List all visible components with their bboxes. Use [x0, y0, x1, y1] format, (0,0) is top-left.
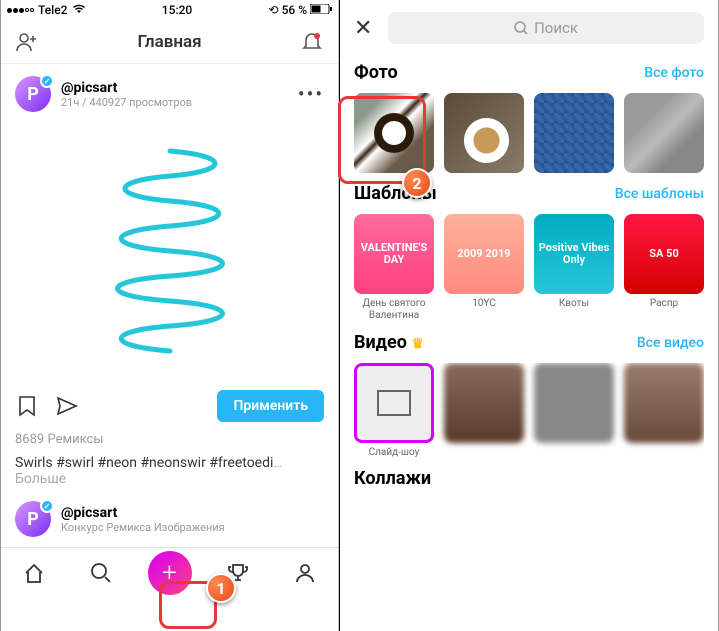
- photo-thumb[interactable]: [354, 93, 434, 173]
- add-user-icon[interactable]: [15, 30, 39, 54]
- bottom-nav: +: [1, 547, 338, 597]
- template-card[interactable]: 2009 201910YC: [444, 214, 524, 322]
- app-header: Главная: [1, 20, 338, 64]
- crown-icon: ♛: [411, 336, 424, 352]
- templates-section: Шаблоны Все шаблоны VALENTINE'S DAYДень …: [340, 177, 718, 326]
- verified-icon: ✓: [40, 499, 54, 513]
- callout-badge: 2: [402, 168, 432, 198]
- search-icon[interactable]: [81, 553, 121, 593]
- create-button[interactable]: +: [148, 551, 192, 595]
- post-image[interactable]: [1, 126, 338, 376]
- close-icon[interactable]: ✕: [354, 16, 378, 41]
- page-title: Главная: [137, 32, 201, 52]
- wifi-icon: [72, 3, 86, 17]
- callout-badge: 1: [206, 573, 236, 603]
- section-title: Видео ♛: [354, 332, 424, 353]
- avatar[interactable]: P✓: [15, 501, 51, 537]
- collages-section: Коллажи: [340, 462, 718, 503]
- main-screen: Tele2 15:20 ⟲ 56 % Главная P✓ @picsart: [0, 0, 339, 631]
- remix-count[interactable]: 8689 Ремиксы: [1, 428, 338, 451]
- all-videos-link[interactable]: Все видео: [637, 335, 704, 351]
- search-input[interactable]: Поиск: [388, 12, 704, 44]
- video-card[interactable]: [444, 363, 524, 458]
- battery-label: 56 %: [282, 3, 307, 17]
- template-card[interactable]: SA 50Распр: [624, 214, 704, 322]
- feed-post: P✓ @picsart Конкурс Ремикса Изображения: [1, 491, 338, 547]
- username[interactable]: @picsart: [61, 505, 324, 521]
- verified-icon: ✓: [40, 74, 54, 88]
- post-subtitle: 21ч / 440927 просмотров: [61, 96, 288, 109]
- all-photos-link[interactable]: Все фото: [644, 65, 704, 81]
- bookmark-icon[interactable]: [15, 394, 39, 418]
- photo-thumb[interactable]: [624, 93, 704, 173]
- search-icon: [514, 21, 528, 35]
- photo-thumb[interactable]: [444, 93, 524, 173]
- video-card[interactable]: [534, 363, 614, 458]
- create-picker-screen: ✕ Поиск Фото Все фото Шаблоны Все шаблон…: [340, 0, 719, 631]
- apply-button[interactable]: Применить: [217, 390, 324, 422]
- time-label: 15:20: [162, 3, 192, 17]
- template-card[interactable]: Positive Vibes OnlyКвоты: [534, 214, 614, 322]
- template-card[interactable]: VALENTINE'S DAYДень святого Валентина: [354, 214, 434, 322]
- share-icon[interactable]: [55, 394, 79, 418]
- signal-icon: [7, 8, 34, 13]
- battery-icon: [310, 3, 332, 17]
- section-title: Коллажи: [354, 468, 431, 489]
- profile-icon[interactable]: [285, 553, 325, 593]
- notifications-icon[interactable]: [300, 30, 324, 54]
- post-caption: Swirls #swirl #neon #neonswir #freetoedi…: [1, 451, 338, 491]
- videos-section: Видео ♛ Все видео Слайд-шоу: [340, 326, 718, 462]
- photo-thumb[interactable]: [534, 93, 614, 173]
- status-bar: Tele2 15:20 ⟲ 56 %: [1, 0, 338, 20]
- more-icon[interactable]: •••: [298, 82, 324, 106]
- home-icon[interactable]: [14, 553, 54, 593]
- avatar[interactable]: P✓: [15, 76, 51, 112]
- video-card[interactable]: [624, 363, 704, 458]
- username[interactable]: @picsart: [61, 80, 288, 96]
- feed-post: P✓ @picsart 21ч / 440927 просмотров •••: [1, 64, 338, 118]
- orientation-lock-icon: ⟲: [269, 3, 279, 17]
- video-card[interactable]: Слайд-шоу: [354, 363, 434, 458]
- photos-section: Фото Все фото: [340, 56, 718, 177]
- section-title: Фото: [354, 62, 398, 83]
- all-templates-link[interactable]: Все шаблоны: [615, 186, 704, 202]
- carrier-label: Tele2: [38, 3, 68, 17]
- post-subtitle: Конкурс Ремикса Изображения: [61, 521, 324, 534]
